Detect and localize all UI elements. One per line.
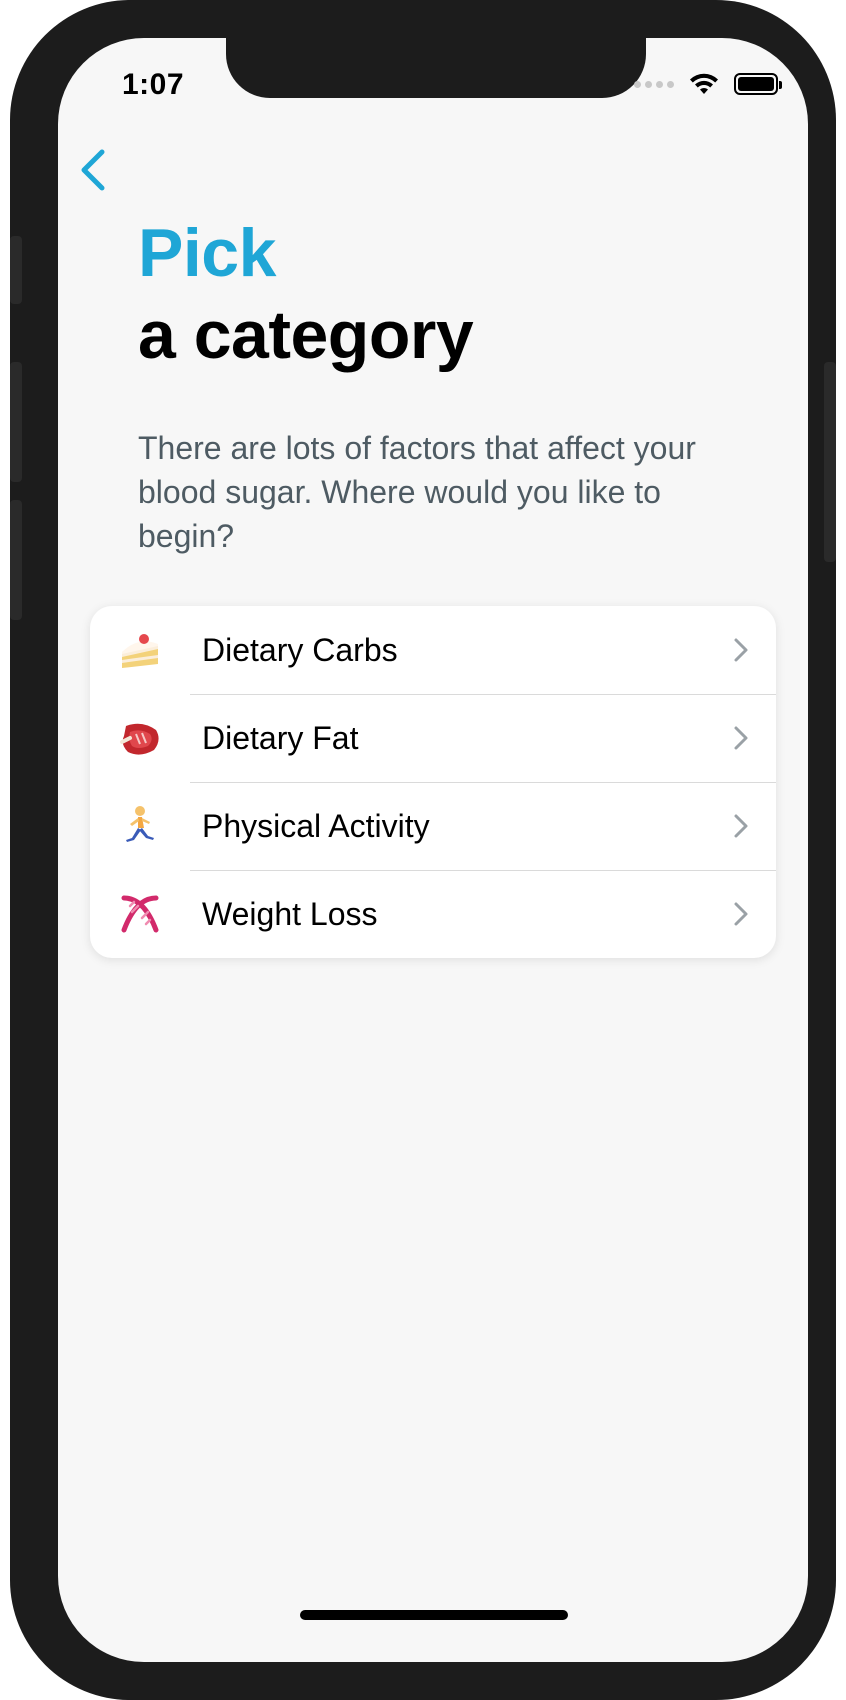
category-item-physical-activity[interactable]: Physical Activity (90, 782, 776, 870)
steak-icon (90, 718, 190, 758)
status-time: 1:07 (122, 68, 185, 101)
cake-icon (90, 630, 190, 670)
category-item-dietary-fat[interactable]: Dietary Fat (90, 694, 776, 782)
phone-frame: 1:07 Pick a category There are lots of f… (10, 0, 836, 1700)
home-indicator[interactable] (300, 1610, 568, 1620)
runner-icon (90, 804, 190, 848)
battery-icon (734, 73, 782, 95)
screen: 1:07 Pick a category There are lots of f… (58, 38, 808, 1662)
notch (226, 38, 646, 98)
page-title-accent: Pick (138, 215, 276, 291)
power-button (824, 362, 836, 562)
chevron-right-icon (706, 813, 776, 839)
page-subtitle: There are lots of factors that affect yo… (138, 430, 696, 554)
category-label: Dietary Carbs (202, 631, 398, 668)
category-item-dietary-carbs[interactable]: Dietary Carbs (90, 606, 776, 694)
wifi-icon (690, 73, 718, 94)
category-label: Dietary Fat (202, 719, 359, 756)
category-label: Physical Activity (202, 807, 430, 844)
category-label: Weight Loss (202, 895, 378, 932)
category-list: Dietary Carbs Dietary Fat Physical Activ… (90, 606, 776, 958)
volume-down-button (10, 500, 22, 620)
page-title: a category (138, 297, 474, 373)
chevron-right-icon (706, 901, 776, 927)
signal-icon (634, 80, 674, 88)
chevron-left-icon (81, 149, 105, 191)
mute-switch (10, 236, 22, 304)
category-item-weight-loss[interactable]: Weight Loss (90, 870, 776, 958)
dna-icon (90, 892, 190, 936)
chevron-right-icon (706, 637, 776, 663)
volume-up-button (10, 362, 22, 482)
chevron-right-icon (706, 725, 776, 751)
status-icons (634, 72, 782, 96)
back-button[interactable] (72, 142, 112, 198)
